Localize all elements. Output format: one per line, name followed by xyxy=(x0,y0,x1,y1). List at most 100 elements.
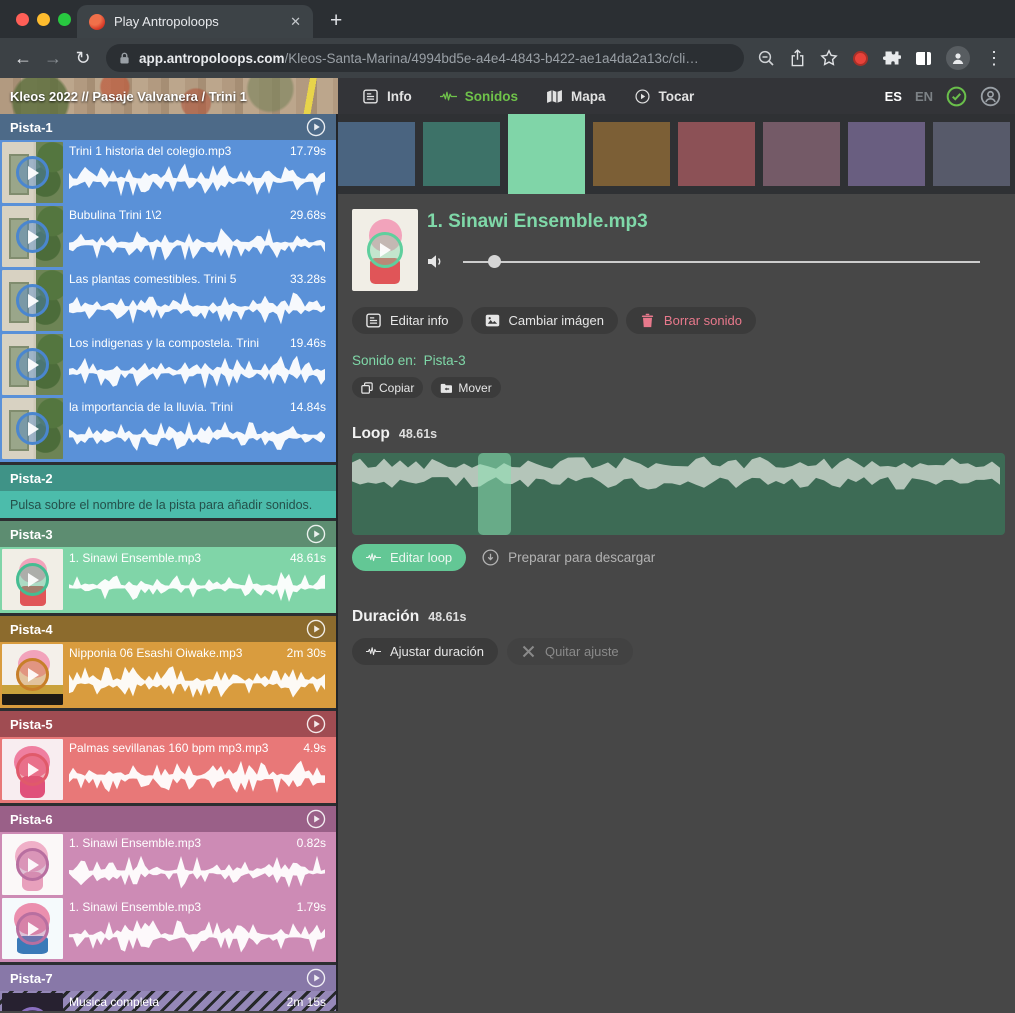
track-header-pista-7[interactable]: Pista-7 xyxy=(0,965,336,991)
track-color-swatch-8[interactable] xyxy=(933,122,1010,186)
track-header-pista-6[interactable]: Pista-6 xyxy=(0,806,336,832)
track-header-pista-1[interactable]: Pista-1 xyxy=(0,114,336,140)
clip-thumbnail[interactable] xyxy=(2,142,63,203)
clip-pista-4-1[interactable]: Nipponia 06 Esashi Oiwake.mp32m 30s xyxy=(2,644,334,705)
clip-play-icon[interactable] xyxy=(16,348,49,381)
remove-adjust-button[interactable]: Quitar ajuste xyxy=(507,638,633,665)
duration-value: 48.61s xyxy=(428,610,466,624)
clip-pista-1-2[interactable]: Bubulina Trini 1\229.68s xyxy=(2,206,334,267)
clip-thumbnail[interactable] xyxy=(2,739,63,800)
profile-avatar[interactable] xyxy=(946,46,970,70)
new-tab-button[interactable]: + xyxy=(330,8,342,34)
clip-pista-6-2[interactable]: 1. Sinawi Ensemble.mp31.79s xyxy=(2,898,334,959)
clip-play-icon[interactable] xyxy=(16,658,49,691)
clip-play-icon[interactable] xyxy=(16,284,49,317)
change-image-button[interactable]: Cambiar imágen xyxy=(471,307,618,334)
clip-pista-1-3[interactable]: Las plantas comestibles. Trini 533.28s xyxy=(2,270,334,331)
track-color-swatch-2[interactable] xyxy=(423,122,500,186)
track-play-button[interactable] xyxy=(306,809,326,829)
volume-handle[interactable] xyxy=(488,255,501,268)
track-header-pista-2[interactable]: Pista-2 xyxy=(0,465,336,491)
clip-thumbnail[interactable] xyxy=(2,398,63,459)
clip-pista-5-1[interactable]: Palmas sevillanas 160 bpm mp3.mp34.9s xyxy=(2,739,334,800)
track-play-button[interactable] xyxy=(306,714,326,734)
clip-pista-1-5[interactable]: la importancia de la lluvia. Trini14.84s xyxy=(2,398,334,459)
sound-play-icon[interactable] xyxy=(367,232,403,268)
delete-sound-button[interactable]: Borrar sonido xyxy=(626,307,756,334)
zoom-out-icon[interactable] xyxy=(758,50,775,67)
bookmark-star-icon[interactable] xyxy=(820,49,838,67)
prepare-download-button[interactable]: Preparar para descargar xyxy=(482,549,655,566)
clip-pista-3-1[interactable]: 1. Sinawi Ensemble.mp348.61s xyxy=(2,549,334,610)
clip-thumbnail[interactable] xyxy=(2,206,63,267)
track-color-swatch-4[interactable] xyxy=(593,122,670,186)
clip-play-icon[interactable] xyxy=(16,912,49,945)
nav-sonidos[interactable]: Sonidos xyxy=(440,89,518,104)
close-window-button[interactable] xyxy=(16,13,29,26)
track-header-pista-5[interactable]: Pista-5 xyxy=(0,711,336,737)
nav-mapa[interactable]: Mapa xyxy=(546,89,606,104)
clip-play-icon[interactable] xyxy=(16,563,49,596)
language-en[interactable]: EN xyxy=(915,89,933,104)
move-button[interactable]: Mover xyxy=(431,377,500,398)
clip-thumbnail[interactable] xyxy=(2,644,63,705)
edit-loop-button[interactable]: Editar loop xyxy=(352,544,466,571)
track-color-swatch-3[interactable] xyxy=(508,114,585,194)
clip-play-icon[interactable] xyxy=(16,753,49,786)
clip-play-icon[interactable] xyxy=(16,848,49,881)
clip-pista-1-1[interactable]: Trini 1 historia del colegio.mp317.79s xyxy=(2,142,334,203)
clip-thumbnail[interactable] xyxy=(2,334,63,395)
clip-title: 1. Sinawi Ensemble.mp3 xyxy=(69,550,201,567)
copy-button[interactable]: Copiar xyxy=(352,377,423,398)
status-check-icon[interactable] xyxy=(946,86,967,107)
volume-speaker-icon[interactable] xyxy=(427,254,446,269)
clip-play-icon[interactable] xyxy=(16,412,49,445)
clip-play-icon[interactable] xyxy=(16,220,49,253)
tab-close-icon[interactable]: ✕ xyxy=(290,14,301,30)
clip-play-icon[interactable] xyxy=(16,1007,49,1011)
nav-info[interactable]: Info xyxy=(362,89,412,104)
clip-thumbnail[interactable] xyxy=(2,834,63,895)
menu-kebab-icon[interactable]: ⋮ xyxy=(985,48,1001,69)
sound-in-track-link[interactable]: Pista-3 xyxy=(424,353,466,368)
clip-thumbnail[interactable] xyxy=(2,898,63,959)
clip-pista-7-1[interactable]: Musica completa2m 15s xyxy=(2,993,334,1011)
track-header-pista-4[interactable]: Pista-4 xyxy=(0,616,336,642)
url-bar[interactable]: app.antropoloops.com/Kleos-Santa-Marina/… xyxy=(106,44,744,72)
track-play-button[interactable] xyxy=(306,524,326,544)
track-color-swatch-6[interactable] xyxy=(763,122,840,186)
browser-tab[interactable]: Play Antropoloops ✕ xyxy=(77,5,313,38)
volume-slider[interactable] xyxy=(463,255,980,269)
clip-thumbnail[interactable] xyxy=(2,270,63,331)
clip-pista-6-1[interactable]: 1. Sinawi Ensemble.mp30.82s xyxy=(2,834,334,895)
share-icon[interactable] xyxy=(790,49,805,67)
zoom-window-button[interactable] xyxy=(58,13,71,26)
side-panel-icon[interactable] xyxy=(916,52,931,65)
loop-waveform-box[interactable] xyxy=(352,453,1005,535)
track-header-pista-3[interactable]: Pista-3 xyxy=(0,521,336,547)
clip-pista-1-4[interactable]: Los indigenas y la compostela. Trini19.4… xyxy=(2,334,334,395)
adjust-duration-button[interactable]: Ajustar duración xyxy=(352,638,498,665)
track-play-button[interactable] xyxy=(306,619,326,639)
nav-tocar[interactable]: Tocar xyxy=(634,89,695,104)
track-color-swatch-5[interactable] xyxy=(678,122,755,186)
clip-thumbnail[interactable] xyxy=(2,993,63,1011)
language-es[interactable]: ES xyxy=(885,89,902,104)
clip-play-icon[interactable] xyxy=(16,156,49,189)
breadcrumb[interactable]: Kleos 2022 // Pasaje Valvanera / Trini 1 xyxy=(0,78,338,114)
track-play-button[interactable] xyxy=(306,968,326,988)
minimize-window-button[interactable] xyxy=(37,13,50,26)
reload-button[interactable]: ↻ xyxy=(68,48,98,69)
clip-thumbnail[interactable] xyxy=(2,549,63,610)
track-color-swatch-7[interactable] xyxy=(848,122,925,186)
track-color-swatch-1[interactable] xyxy=(338,122,415,186)
extensions-puzzle-icon[interactable] xyxy=(883,49,901,67)
account-icon[interactable] xyxy=(980,86,1001,107)
forward-button[interactable]: → xyxy=(38,48,68,69)
back-button[interactable]: ← xyxy=(8,48,38,69)
record-indicator-icon[interactable] xyxy=(853,51,868,66)
loop-playhead[interactable] xyxy=(478,453,511,535)
sound-thumbnail[interactable] xyxy=(352,209,418,291)
edit-info-button[interactable]: Editar info xyxy=(352,307,463,334)
track-play-button[interactable] xyxy=(306,117,326,137)
